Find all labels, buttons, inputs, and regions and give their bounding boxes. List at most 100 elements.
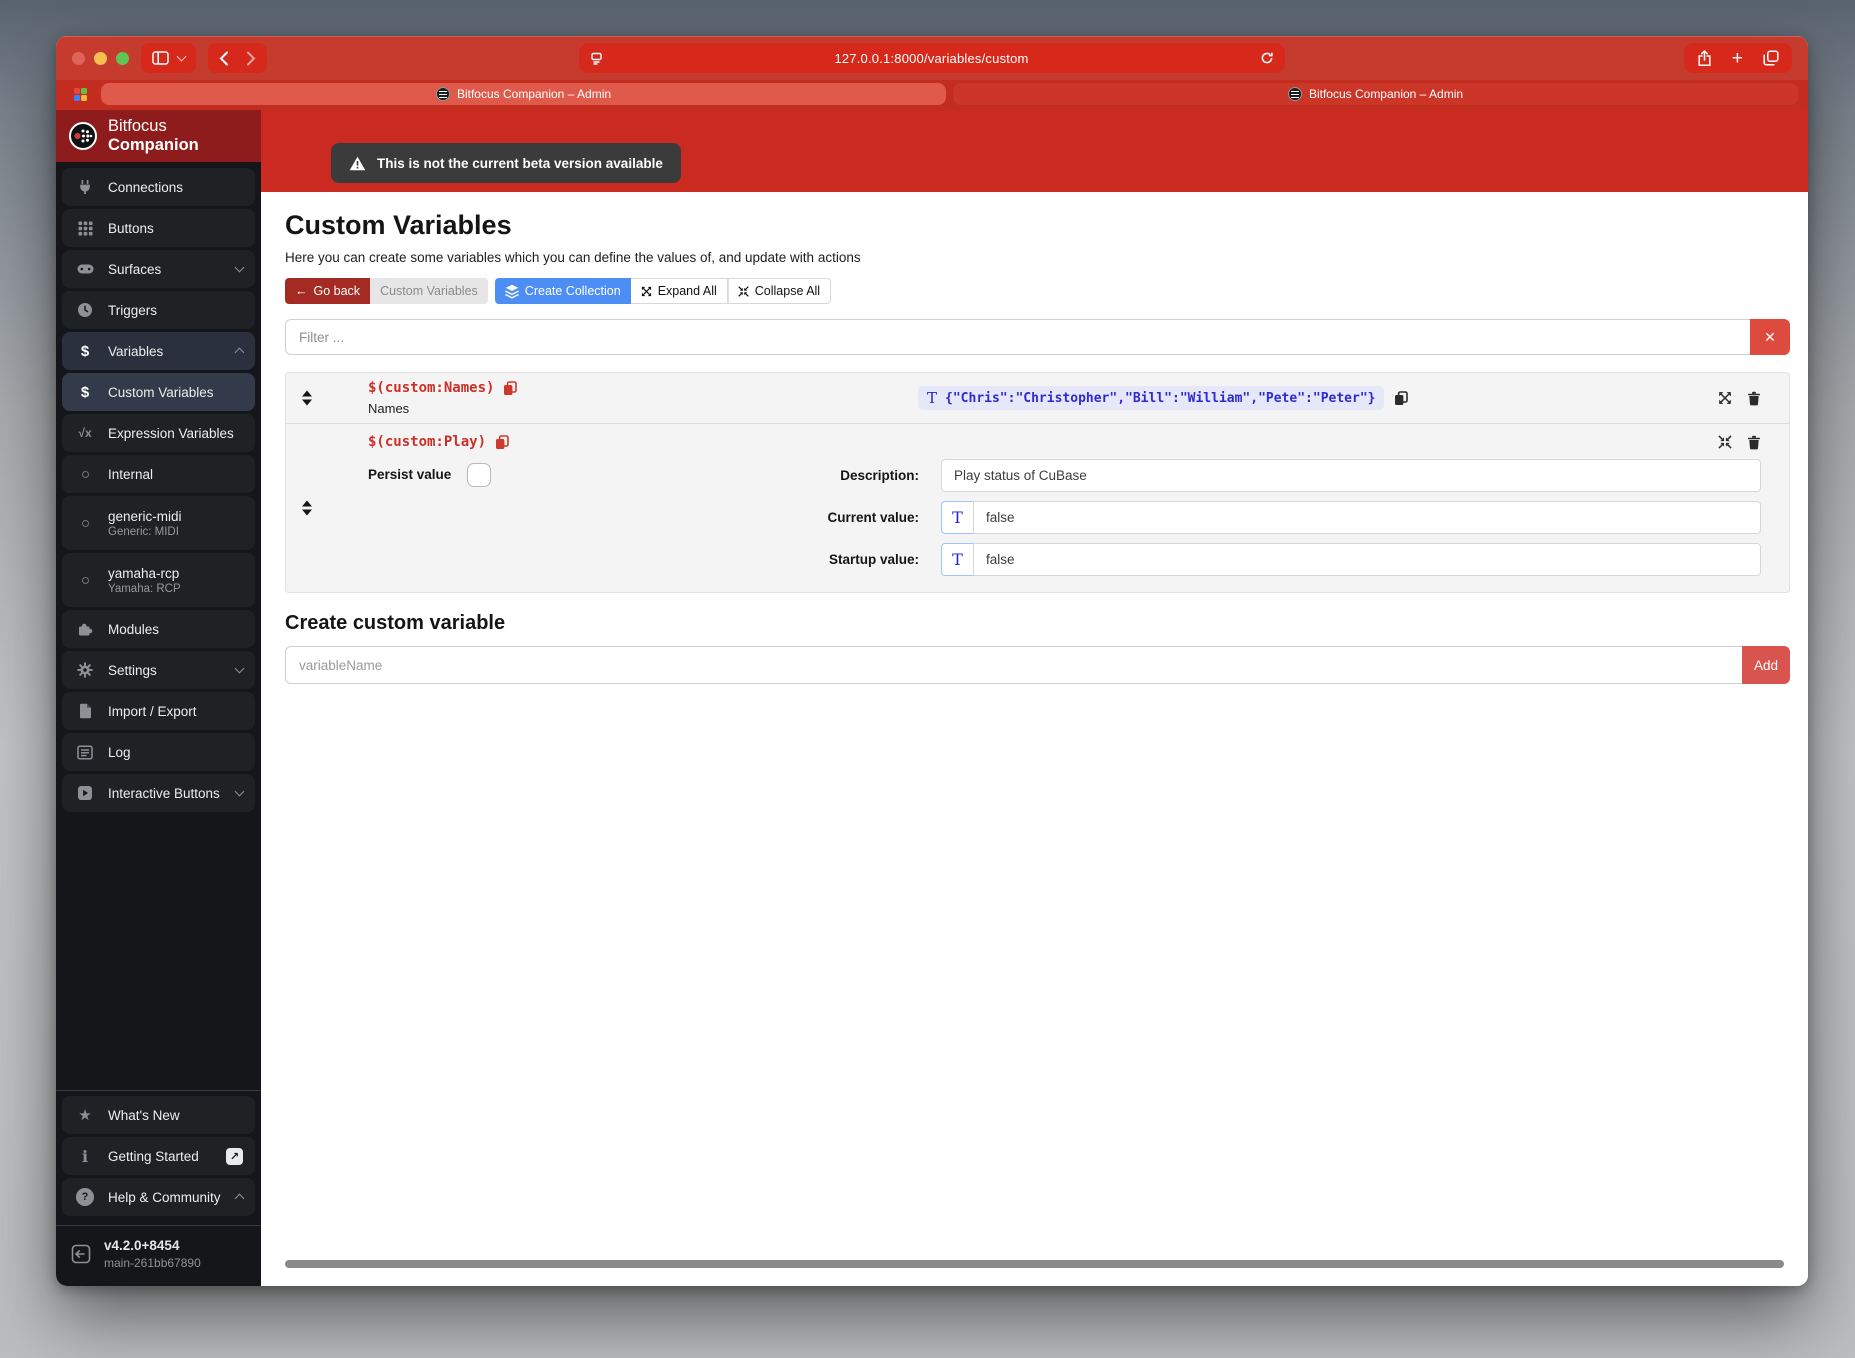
sidebar-item-label: Log <box>108 744 131 760</box>
sidebar-item-log[interactable]: Log <box>62 733 255 771</box>
minimize-window-button[interactable] <box>94 51 107 65</box>
sidebar-item-triggers[interactable]: Triggers <box>62 291 255 329</box>
sidebar-item-variables[interactable]: $ Variables <box>62 332 255 370</box>
tab-overview-icon[interactable] <box>1763 50 1779 66</box>
variables-list: $(custom:Names) Names T {"Chris":"Christ… <box>285 372 1790 593</box>
persist-value-label: Persist value <box>368 467 452 482</box>
sidebar-toggle-icon[interactable] <box>152 51 169 65</box>
pinned-tab[interactable] <box>66 83 94 105</box>
chevron-down-icon <box>234 663 245 674</box>
forward-button[interactable] <box>246 51 256 66</box>
back-button[interactable] <box>219 51 229 66</box>
tab-bar: Bitfocus Companion – Admin Bitfocus Comp… <box>56 80 1808 110</box>
sidebar-nav: Connections Buttons Surfaces Triggers $ <box>56 162 261 815</box>
chevron-down-icon[interactable] <box>176 51 187 62</box>
warning-icon <box>349 156 366 171</box>
page-content: Custom Variables Here you can create som… <box>261 192 1808 1286</box>
startup-value-input[interactable] <box>973 543 1761 576</box>
expand-row-icon[interactable] <box>1718 391 1732 405</box>
page-settings-icon[interactable] <box>590 52 603 65</box>
file-icon <box>72 703 98 719</box>
expand-all-button[interactable]: Expand All <box>630 278 728 304</box>
plug-icon <box>72 179 98 195</box>
collapse-row-icon[interactable] <box>1718 435 1732 449</box>
drag-handle-icon[interactable] <box>302 390 312 406</box>
text-type-button[interactable]: T <box>941 543 974 576</box>
sidebar-item-connections[interactable]: Connections <box>62 168 255 206</box>
new-tab-icon[interactable]: + <box>1732 49 1743 68</box>
sidebar-item-surfaces[interactable]: Surfaces <box>62 250 255 288</box>
collapse-all-button[interactable]: Collapse All <box>727 278 832 304</box>
sidebar-item-custom-variables[interactable]: $ Custom Variables <box>62 373 255 411</box>
current-value-input[interactable] <box>973 501 1761 534</box>
go-back-button[interactable]: ← Go back <box>285 278 371 304</box>
address-bar[interactable]: 127.0.0.1:8000/variables/custom <box>579 43 1285 73</box>
sidebar-item-label: Settings <box>108 662 157 678</box>
pinned-tab-favicon <box>73 87 87 101</box>
variable-row-play: $(custom:Play) Persist value Description… <box>286 424 1789 592</box>
tab-inactive[interactable]: Bitfocus Companion – Admin <box>953 83 1798 105</box>
play-square-icon <box>72 785 98 801</box>
sidebar-item-settings[interactable]: Settings <box>62 651 255 689</box>
reload-icon[interactable] <box>1260 51 1274 65</box>
dot-icon <box>72 576 98 584</box>
sidebar-item-yamaha-rcp[interactable]: yamaha-rcp Yamaha: RCP <box>62 553 255 607</box>
variable-name-input[interactable] <box>285 646 1742 684</box>
tab-title: Bitfocus Companion – Admin <box>1308 87 1464 101</box>
sidebar-item-getting-started[interactable]: i Getting Started ↗ <box>62 1137 255 1175</box>
sidebar-item-internal[interactable]: Internal <box>62 455 255 493</box>
sidebar-item-modules[interactable]: Modules <box>62 610 255 648</box>
info-icon: i <box>81 1146 89 1166</box>
copy-icon[interactable] <box>1394 390 1409 406</box>
external-link-icon: ↗ <box>226 1147 243 1165</box>
sidebar-item-label: Triggers <box>108 302 158 318</box>
clock-icon <box>72 302 98 318</box>
brand-header: Bitfocus Companion <box>56 110 261 162</box>
page-title: Custom Variables <box>285 210 512 240</box>
sidebar-item-whats-new[interactable]: ★ What's New <box>62 1096 255 1134</box>
delete-variable-icon[interactable] <box>1747 435 1761 450</box>
sidebar-item-label: Surfaces <box>108 261 162 277</box>
variable-row-names: $(custom:Names) Names T {"Chris":"Christ… <box>286 373 1789 424</box>
expand-icon <box>641 286 652 297</box>
persist-value-checkbox[interactable] <box>467 463 492 487</box>
sidebar-item-interactive-buttons[interactable]: Interactive Buttons <box>62 774 255 812</box>
close-window-button[interactable] <box>72 51 85 65</box>
browser-titlebar: 127.0.0.1:8000/variables/custom + <box>56 36 1808 80</box>
sidebar-item-import-export[interactable]: Import / Export <box>62 692 255 730</box>
copy-icon[interactable] <box>495 434 509 450</box>
delete-variable-icon[interactable] <box>1747 391 1761 406</box>
sidebar-item-help-community[interactable]: ? Help & Community <box>62 1178 255 1216</box>
tab-active[interactable]: Bitfocus Companion – Admin <box>101 83 946 105</box>
drag-handle-icon[interactable] <box>302 500 312 516</box>
sidebar-item-label: What's New <box>108 1107 180 1123</box>
add-variable-button[interactable]: Add <box>1742 646 1790 684</box>
text-type-button[interactable]: T <box>941 501 974 534</box>
share-icon[interactable] <box>1697 49 1712 67</box>
beta-warning-text: This is not the current beta version ava… <box>377 155 663 171</box>
copy-icon[interactable] <box>503 380 518 396</box>
horizontal-scrollbar[interactable] <box>285 1260 1784 1268</box>
sidebar-item-buttons[interactable]: Buttons <box>62 209 255 247</box>
sidebar-item-generic-midi[interactable]: generic-midi Generic: MIDI <box>62 496 255 550</box>
chevron-down-icon <box>234 786 245 797</box>
dot-icon <box>72 519 98 527</box>
collapse-sidebar-icon[interactable] <box>70 1243 92 1265</box>
variable-description: Names <box>368 401 410 416</box>
log-icon <box>72 744 98 760</box>
page-subtitle: Here you can create some variables which… <box>285 250 861 265</box>
sidebar-item-label: Connections <box>108 179 184 195</box>
zoom-window-button[interactable] <box>116 51 129 65</box>
sidebar-item-expression-variables[interactable]: √x Expression Variables <box>62 414 255 452</box>
companion-logo-icon <box>68 121 98 151</box>
desktop-background: 127.0.0.1:8000/variables/custom + Bitfoc… <box>0 0 1855 1358</box>
create-collection-button[interactable]: Create Collection <box>494 278 631 304</box>
description-label: Description: <box>840 468 919 483</box>
description-input[interactable] <box>941 459 1761 492</box>
back-arrow-icon: ← <box>295 284 308 298</box>
clear-filter-button[interactable]: ✕ <box>1750 319 1790 355</box>
filter-input[interactable] <box>285 319 1750 355</box>
question-icon: ? <box>72 1188 98 1206</box>
gear-icon <box>72 662 98 678</box>
